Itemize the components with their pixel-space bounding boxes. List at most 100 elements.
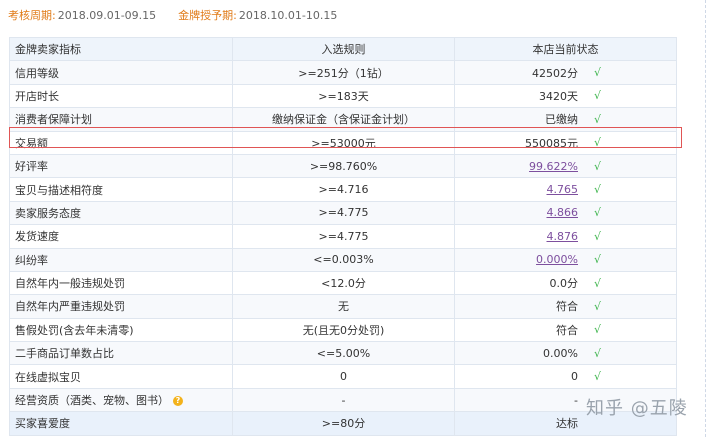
- status-value-link[interactable]: 0.000%: [456, 253, 578, 266]
- check-icon: √: [594, 229, 602, 243]
- status-cell: 3420天 √: [454, 83, 677, 109]
- indicator-label: 售假处罚(含去年未清零): [15, 323, 134, 337]
- indicator-label: 卖家服务态度: [15, 206, 81, 220]
- indicator-label: 消费者保障计划: [15, 113, 92, 127]
- rule-cell: >=4.775: [232, 200, 455, 226]
- status-cell: 符合 √: [454, 294, 677, 319]
- indicator-cell: 纠纷率: [9, 247, 233, 272]
- rule-cell: 无: [232, 294, 455, 319]
- status-value: 已缴纳: [545, 113, 578, 127]
- indicator-cell: 自然年内严重违规处罚: [9, 294, 233, 319]
- rule-cell: 缴纳保证金（含保证金计划）: [232, 107, 455, 132]
- rule-cell: >=98.760%: [232, 153, 455, 179]
- rule-cell: <=5.00%: [232, 341, 455, 366]
- check-icon: √: [594, 370, 602, 384]
- rule-cell: >=4.716: [232, 177, 455, 202]
- table-row: 信用等级 >=251分（1钻） 42502分 √: [9, 60, 677, 85]
- rule-cell: >=183天: [232, 83, 455, 109]
- watermark: 知乎 @五陵: [586, 398, 688, 419]
- indicator-label: 交易额: [15, 136, 48, 150]
- rule-cell: 0: [232, 364, 455, 389]
- status-value-link[interactable]: 4.876: [456, 230, 579, 243]
- status-value: 符合: [556, 300, 578, 314]
- indicator-cell: 买家喜爱度: [9, 411, 233, 436]
- indicator-cell: 售假处罚(含去年未清零): [9, 317, 233, 343]
- table-row: 自然年内严重违规处罚 无 符合 √: [9, 294, 677, 319]
- status-value-link[interactable]: 4.866: [456, 206, 579, 219]
- assessment-period: 考核周期: 2018.09.01-09.15: [8, 7, 156, 23]
- check-icon: √: [594, 206, 602, 220]
- indicator-label: 自然年内一般违规处罚: [15, 277, 125, 291]
- indicator-cell: 好评率: [9, 153, 233, 179]
- indicator-label: 开店时长: [15, 89, 59, 103]
- indicator-cell: 开店时长: [9, 83, 233, 109]
- status-value: 0.00%: [543, 346, 578, 360]
- table-row: 宝贝与描述相符度 >=4.716 4.765 √: [9, 177, 677, 202]
- table-row: 二手商品订单数占比 <=5.00% 0.00% √: [9, 341, 677, 366]
- rule-cell: <12.0分: [232, 270, 455, 296]
- header-status: 本店当前状态: [454, 36, 677, 62]
- status-cell: 550085元 √: [454, 130, 677, 155]
- period-bar: 考核周期: 2018.09.01-09.15 金牌授予期: 2018.10.01…: [0, 0, 720, 30]
- indicator-label: 在线虚拟宝贝: [15, 370, 81, 384]
- rule-cell: 无(且无0分处罚): [232, 317, 455, 343]
- table-header: 金牌卖家指标 入选规则 本店当前状态: [9, 36, 677, 62]
- indicator-label: 二手商品订单数占比: [15, 347, 114, 361]
- assessment-period-label: 考核周期:: [8, 9, 56, 22]
- indicator-cell: 自然年内一般违规处罚: [9, 270, 233, 296]
- status-value: -: [574, 393, 578, 407]
- indicator-cell: 经营资质（酒类、宠物、图书）?: [9, 387, 233, 413]
- table-row: 售假处罚(含去年未清零) 无(且无0分处罚) 符合 √: [9, 317, 677, 343]
- status-cell: 0.00% √: [454, 341, 677, 366]
- rule-cell: >=4.775: [232, 224, 455, 249]
- award-period-label: 金牌授予期:: [178, 9, 237, 22]
- header-rule: 入选规则: [232, 36, 455, 62]
- table-row: 经营资质（酒类、宠物、图书）? - -: [9, 387, 677, 413]
- indicator-cell: 宝贝与描述相符度: [9, 177, 233, 202]
- header-indicator: 金牌卖家指标: [9, 36, 233, 62]
- check-icon: √: [594, 89, 602, 103]
- indicator-label: 发货速度: [15, 230, 59, 244]
- rule-cell: >=53000元: [232, 130, 455, 155]
- rule-cell: <=0.003%: [232, 247, 455, 272]
- check-icon: √: [594, 66, 602, 80]
- indicator-label: 宝贝与描述相符度: [15, 183, 103, 197]
- check-icon: √: [594, 346, 602, 360]
- check-icon: √: [594, 276, 602, 290]
- assessment-period-value: 2018.09.01-09.15: [57, 8, 157, 22]
- indicator-cell: 二手商品订单数占比: [9, 341, 233, 366]
- indicator-cell: 发货速度: [9, 224, 233, 249]
- table-row: 发货速度 >=4.775 4.876 √: [9, 224, 677, 249]
- indicator-label: 自然年内严重违规处罚: [15, 300, 125, 314]
- check-icon: √: [594, 183, 602, 197]
- help-icon[interactable]: ?: [173, 396, 183, 407]
- table-row: 好评率 >=98.760% 99.622% √: [9, 153, 677, 179]
- rule-cell: >=251分（1钻）: [232, 60, 455, 85]
- table-row: 纠纷率 <=0.003% 0.000% √: [9, 247, 677, 272]
- status-cell: 4.866 √: [454, 200, 677, 226]
- indicator-cell: 消费者保障计划: [9, 107, 233, 132]
- status-value-link[interactable]: 99.622%: [456, 160, 578, 173]
- status-value: 550085元: [525, 136, 578, 150]
- check-icon: √: [594, 112, 602, 126]
- table-row: 在线虚拟宝贝 0 0 √: [9, 364, 677, 389]
- indicator-label: 信用等级: [15, 66, 59, 80]
- status-value: 0.0分: [549, 277, 579, 291]
- check-icon: √: [594, 136, 602, 150]
- indicator-label: 买家喜爱度: [15, 417, 70, 431]
- table-row: 消费者保障计划 缴纳保证金（含保证金计划） 已缴纳 √: [9, 107, 677, 132]
- award-period: 金牌授予期: 2018.10.01-10.15: [178, 7, 337, 23]
- status-value-link[interactable]: 4.765: [456, 183, 579, 196]
- table-row: 开店时长 >=183天 3420天 √: [9, 83, 677, 109]
- status-cell: 99.622% √: [454, 153, 677, 179]
- status-cell: 4.765 √: [454, 177, 677, 202]
- indicator-cell: 交易额: [9, 130, 233, 155]
- status-value: 0: [571, 370, 578, 384]
- status-cell: 已缴纳 √: [454, 107, 677, 132]
- check-icon: √: [594, 323, 602, 337]
- status-cell: 4.876 √: [454, 224, 677, 249]
- table-row: 卖家服务态度 >=4.775 4.866 √: [9, 200, 677, 226]
- status-cell: 符合 √: [454, 317, 677, 343]
- divider: [705, 0, 706, 437]
- indicator-cell: 在线虚拟宝贝: [9, 364, 233, 389]
